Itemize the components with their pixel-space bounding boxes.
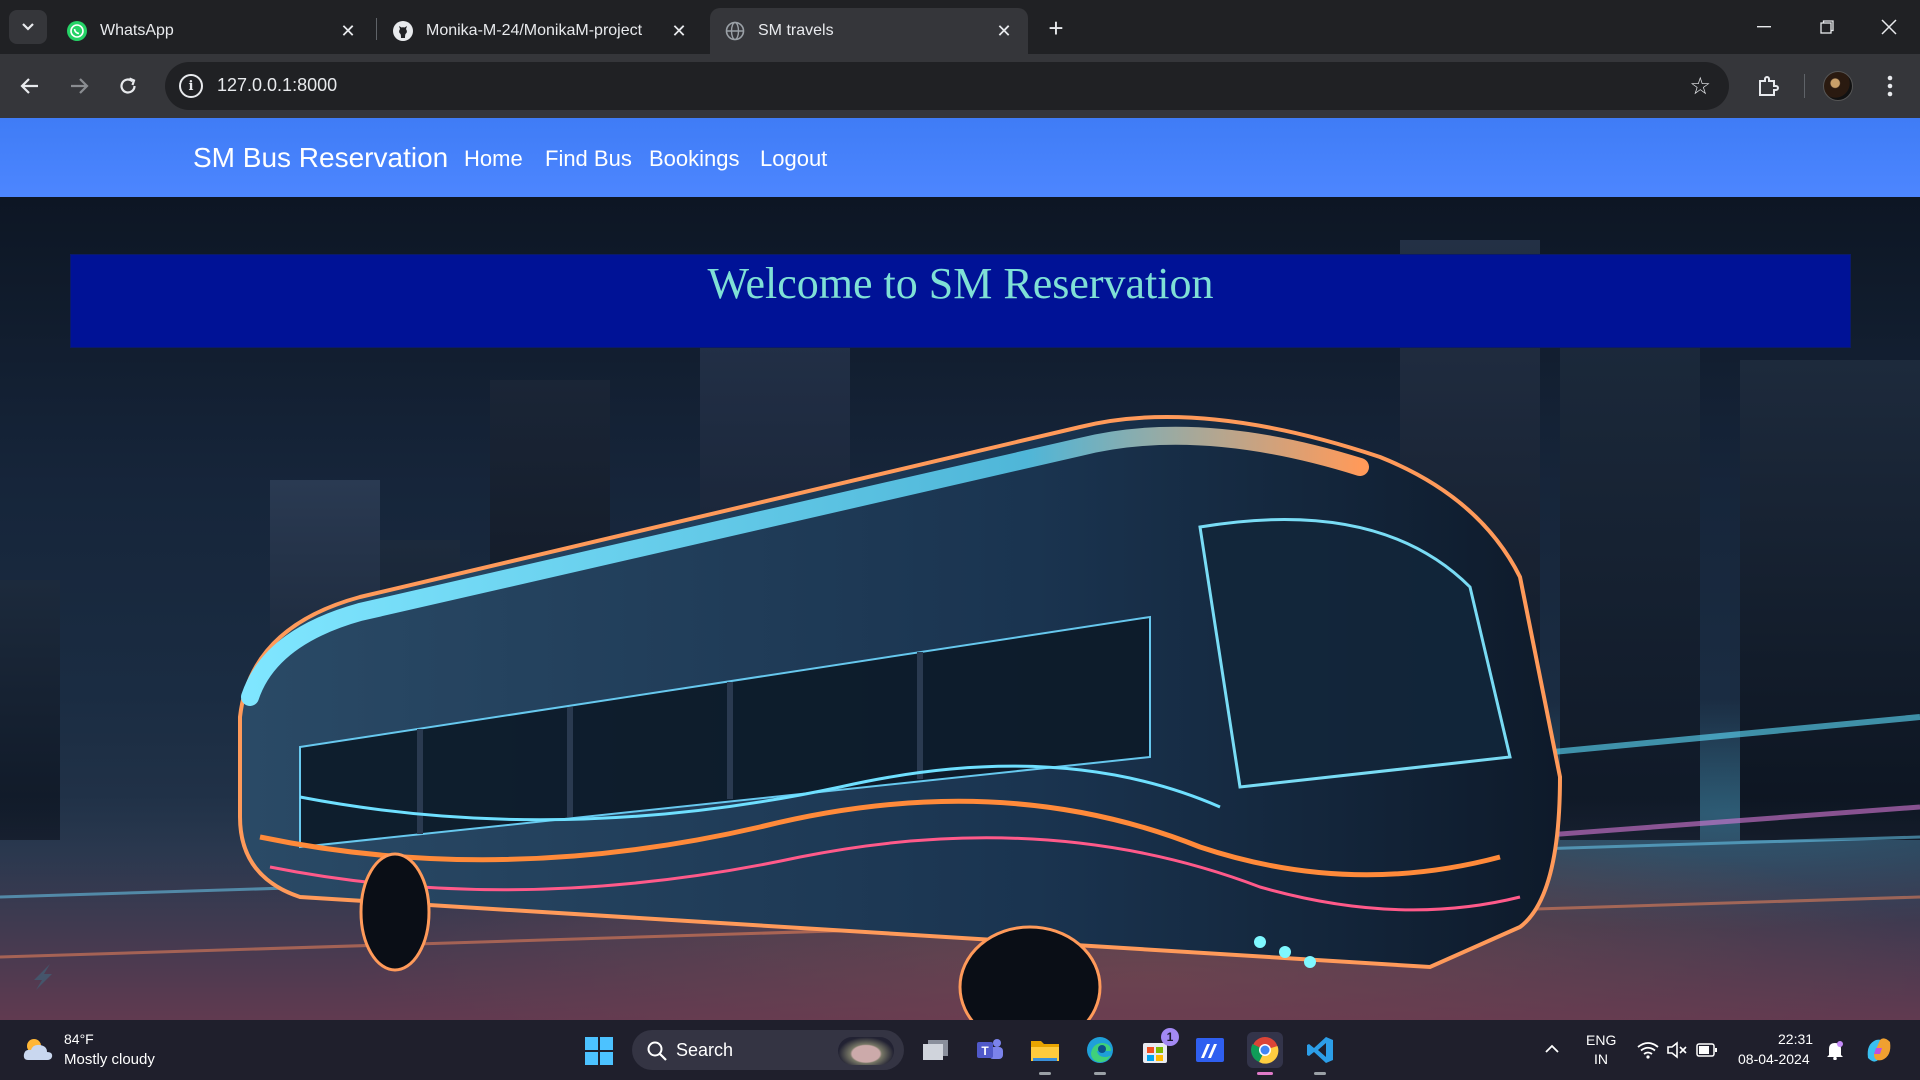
- weather-temperature[interactable]: 84°F: [64, 1031, 94, 1047]
- globe-icon: [724, 20, 746, 42]
- wifi-icon[interactable]: [1637, 1041, 1659, 1059]
- language-indicator[interactable]: ENG: [1586, 1032, 1616, 1048]
- tab-search-button[interactable]: [9, 10, 47, 44]
- back-button[interactable]: [12, 68, 48, 104]
- tab-title: SM travels: [758, 22, 834, 39]
- close-icon: [1881, 19, 1897, 35]
- minimize-button[interactable]: [1737, 8, 1791, 46]
- app-icon[interactable]: [1192, 1032, 1228, 1068]
- web-page: SM Bus Reservation Home Find Bus Booking…: [0, 118, 1920, 1020]
- close-icon[interactable]: ✕: [994, 21, 1014, 41]
- running-indicator: [1257, 1072, 1273, 1075]
- weather-description[interactable]: Mostly cloudy: [64, 1051, 155, 1068]
- hero-background: Welcome to SM Reservation: [0, 197, 1920, 1020]
- forward-button[interactable]: [61, 68, 97, 104]
- close-icon[interactable]: ✕: [669, 21, 689, 41]
- tab-whatsapp[interactable]: WhatsApp ✕: [52, 8, 372, 54]
- copilot-icon[interactable]: [1864, 1036, 1894, 1064]
- close-icon[interactable]: ✕: [338, 21, 358, 41]
- tab-github[interactable]: Monika-M-24/MonikaM-project ✕: [378, 8, 703, 54]
- tab-sm-travels[interactable]: SM travels ✕: [710, 8, 1028, 54]
- nav-find-bus[interactable]: Find Bus: [545, 146, 632, 172]
- restore-button[interactable]: [1800, 8, 1854, 46]
- whatsapp-icon: [66, 20, 88, 42]
- nav-logout[interactable]: Logout: [760, 146, 827, 172]
- kebab-menu-icon: [1887, 75, 1893, 97]
- puzzle-icon: [1759, 76, 1779, 96]
- extensions-button[interactable]: [1750, 68, 1786, 104]
- tab-title: WhatsApp: [100, 22, 174, 39]
- battery-icon[interactable]: [1696, 1043, 1718, 1057]
- site-navbar: SM Bus Reservation Home Find Bus Booking…: [0, 118, 1920, 197]
- browser-tab-strip: WhatsApp ✕ Monika-M-24/MonikaM-project ✕…: [0, 0, 1920, 54]
- url-text[interactable]: 127.0.0.1:8000: [217, 75, 337, 96]
- nav-bookings[interactable]: Bookings: [649, 146, 740, 172]
- edge-icon[interactable]: [1082, 1032, 1118, 1068]
- welcome-heading: Welcome to SM Reservation: [707, 259, 1214, 308]
- clock-date[interactable]: 08-04-2024: [1738, 1051, 1810, 1067]
- browser-toolbar: i 127.0.0.1:8000 ☆: [0, 54, 1920, 118]
- chevron-down-icon: [22, 23, 34, 31]
- tab-divider: [376, 18, 377, 40]
- running-indicator: [1314, 1072, 1326, 1075]
- profile-avatar[interactable]: [1823, 71, 1853, 101]
- minimize-icon: [1757, 26, 1771, 28]
- restore-icon: [1820, 20, 1834, 34]
- search-icon: [647, 1041, 667, 1061]
- volume-muted-icon[interactable]: [1666, 1041, 1688, 1059]
- task-view-icon[interactable]: [918, 1032, 954, 1068]
- chrome-menu-button[interactable]: [1872, 68, 1908, 104]
- address-bar[interactable]: i 127.0.0.1:8000 ☆: [165, 62, 1729, 110]
- site-info-icon[interactable]: i: [179, 74, 203, 98]
- search-highlight-image: [838, 1037, 894, 1065]
- notification-badge: 1: [1161, 1028, 1179, 1046]
- chevron-up-icon[interactable]: [1544, 1044, 1560, 1054]
- search-label: Search: [676, 1040, 734, 1060]
- vscode-icon[interactable]: [1302, 1032, 1338, 1068]
- arrow-left-icon: [20, 78, 38, 94]
- windows-start-icon[interactable]: [584, 1036, 614, 1066]
- reload-icon: [120, 77, 136, 94]
- github-icon: [392, 20, 414, 42]
- weather-cloud-icon[interactable]: [20, 1032, 56, 1066]
- reload-button[interactable]: [110, 68, 146, 104]
- running-indicator: [1039, 1072, 1051, 1075]
- site-brand[interactable]: SM Bus Reservation: [193, 142, 448, 174]
- notification-bell-icon[interactable]: [1826, 1040, 1844, 1060]
- tab-title: Monika-M-24/MonikaM-project: [426, 22, 643, 39]
- microsoft-store-icon[interactable]: 1: [1137, 1028, 1179, 1068]
- arrow-right-icon: [71, 78, 89, 94]
- nav-home[interactable]: Home: [464, 146, 523, 172]
- svg-text:T: T: [981, 1044, 989, 1058]
- taskbar-search[interactable]: Search: [632, 1030, 904, 1070]
- lightning-icon[interactable]: [28, 960, 58, 994]
- new-tab-button[interactable]: +: [1040, 12, 1072, 44]
- close-window-button[interactable]: [1862, 8, 1916, 46]
- bookmark-star-icon[interactable]: ☆: [1689, 72, 1711, 101]
- welcome-banner: Welcome to SM Reservation: [70, 254, 1851, 348]
- file-explorer-icon[interactable]: [1027, 1032, 1063, 1068]
- teams-icon[interactable]: T: [972, 1032, 1008, 1068]
- clock-time[interactable]: 22:31: [1778, 1031, 1813, 1047]
- toolbar-divider: [1804, 74, 1805, 98]
- windows-taskbar: 84°F Mostly cloudy Search T 1 ENG IN 22:…: [0, 1020, 1920, 1080]
- region-indicator[interactable]: IN: [1594, 1051, 1608, 1067]
- chrome-icon[interactable]: [1247, 1032, 1283, 1068]
- running-indicator: [1094, 1072, 1106, 1075]
